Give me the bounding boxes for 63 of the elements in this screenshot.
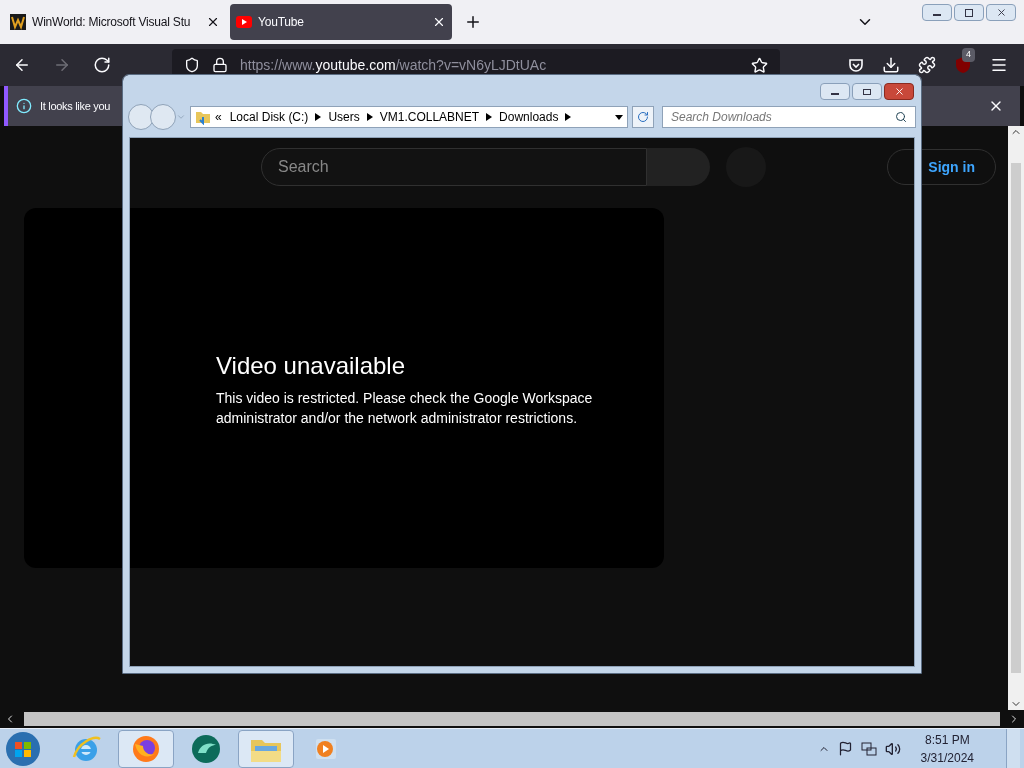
extensions-icon[interactable] [918, 56, 936, 74]
fox-globe-icon [131, 733, 161, 764]
folder-icon [195, 109, 211, 125]
maximize-button[interactable] [852, 83, 882, 100]
taskbar-button[interactable] [118, 729, 174, 768]
caret-icon[interactable] [565, 113, 572, 121]
search-icon[interactable] [895, 111, 907, 123]
vertical-scrollbar[interactable] [1008, 126, 1024, 710]
clock-time: 8:51 PM [924, 731, 970, 749]
close-icon[interactable] [432, 15, 446, 29]
flag-icon[interactable] [837, 741, 853, 756]
search-placeholder: Search [278, 157, 329, 177]
network-icon[interactable] [860, 740, 877, 757]
address-bar[interactable]: « Local Disk (C:) Users VM1.COLLABNET Downloads [190, 106, 628, 128]
info-icon [16, 98, 32, 114]
search-field[interactable]: Search Downloads [662, 106, 916, 128]
tab-title: WinWorld: Microsoft Visual Stu [32, 14, 192, 31]
video-message: This video is restricted. Please check the Google Workspace administrator and/or the network administrator restrictions. [216, 389, 594, 428]
maximize-icon[interactable] [863, 88, 871, 95]
browser-tab[interactable]: WinWorld: Microsoft Visual Stu [4, 4, 226, 40]
start-orb-icon[interactable] [4, 729, 42, 768]
close-button[interactable] [884, 83, 914, 100]
refresh-icon[interactable] [637, 111, 649, 123]
caret-icon[interactable] [315, 113, 322, 121]
play-logo-icon [236, 16, 252, 28]
minimize-icon[interactable] [933, 13, 941, 16]
caret-icon[interactable] [486, 113, 493, 121]
download-icon[interactable] [882, 56, 900, 74]
breadcrumb-item[interactable]: Users [328, 108, 360, 126]
video-player[interactable]: Video unavailable This video is restricted. Please check the Google Workspace administrator and/or the network administrator restrictions. [24, 208, 664, 568]
menu-icon[interactable] [990, 56, 1008, 74]
caret-icon[interactable] [366, 113, 373, 121]
overflow-chevrons[interactable]: « [215, 108, 222, 126]
reload-icon[interactable] [93, 56, 111, 74]
breadcrumb-item[interactable]: Downloads [499, 108, 559, 126]
restore-button[interactable] [954, 4, 984, 21]
url-text: https://www.youtube.com/watch?v=vN6yLJDtUAc [240, 55, 548, 75]
video-title: Video unavailable [216, 351, 407, 381]
notification-text: It looks like you [40, 98, 111, 114]
search-placeholder: Search Downloads [671, 109, 773, 126]
close-icon[interactable] [206, 15, 220, 29]
clock-date: 3/31/2024 [920, 749, 974, 767]
pocket-icon[interactable] [848, 57, 864, 73]
minimize-button[interactable] [922, 4, 952, 21]
minimize-button[interactable] [820, 83, 850, 100]
browser-tab[interactable]: YouTube [230, 4, 452, 40]
logo-icon [10, 14, 26, 30]
shield-icon[interactable] [184, 57, 200, 73]
search-field[interactable]: Search [261, 148, 647, 186]
breadcrumb-item[interactable]: Local Disk (C:) [229, 108, 309, 126]
restore-icon[interactable] [965, 8, 973, 17]
count-badge: 4 [962, 48, 975, 62]
bookmark-star-icon[interactable] [751, 56, 768, 74]
breadcrumb-item[interactable]: VM1.COLLABNET [379, 108, 480, 126]
media-player-icon [314, 736, 338, 761]
close-icon[interactable] [995, 7, 1007, 18]
new-tab-icon[interactable] [464, 13, 482, 31]
refresh-button[interactable] [632, 106, 654, 128]
dropdown-caret-icon[interactable] [615, 114, 623, 120]
minimize-icon[interactable] [831, 92, 839, 95]
lock-icon[interactable] [212, 57, 228, 73]
swirl-logo-icon [190, 732, 222, 765]
tab-title: YouTube [258, 14, 305, 31]
